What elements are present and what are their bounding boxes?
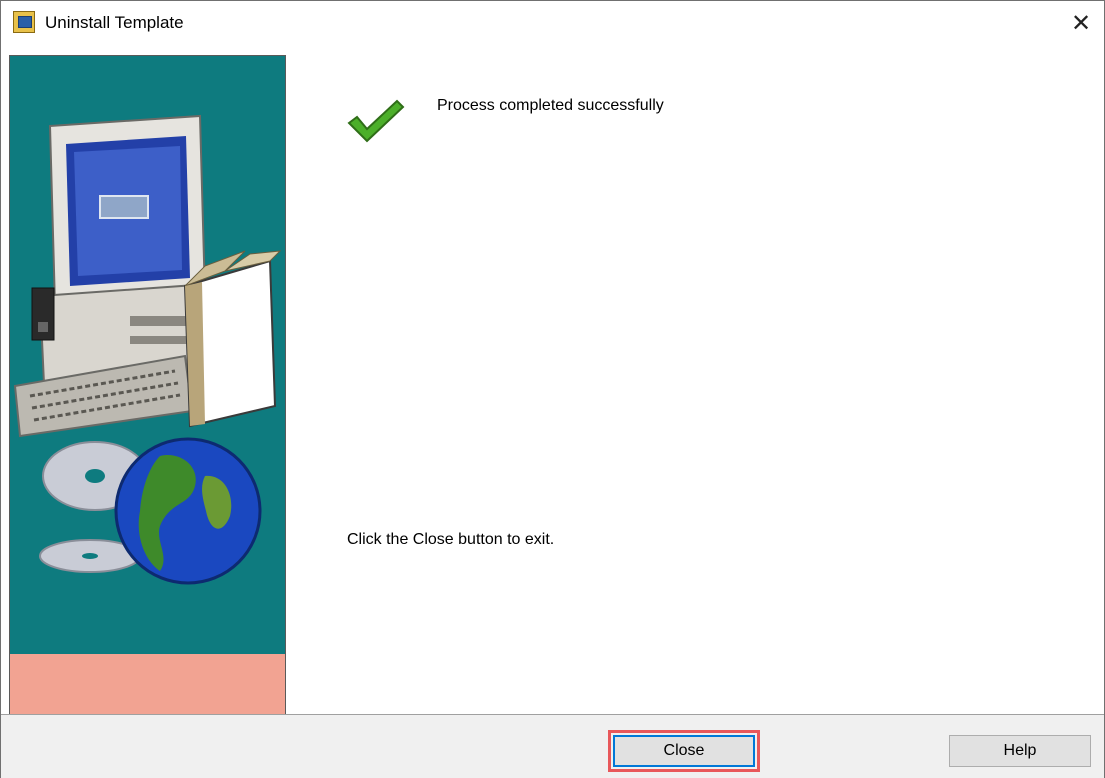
illustration-svg (13, 114, 282, 585)
close-button[interactable]: Close (608, 730, 760, 772)
title-bar: Uninstall Template ✕ (1, 1, 1104, 45)
installer-app-icon (13, 11, 35, 33)
exit-instruction: Click the Close button to exit. (347, 531, 555, 548)
uninstall-dialog-window: Uninstall Template ✕ Process completed s… (0, 0, 1105, 778)
button-bar: Close Help (1, 714, 1104, 778)
status-message: Process completed successfully (437, 97, 664, 114)
computer-cds-globe-illustration (10, 56, 285, 654)
side-banner (9, 55, 286, 715)
side-banner-footer (10, 654, 285, 714)
content-area: Process completed successfully Click the… (287, 55, 1104, 715)
help-button[interactable]: Help (949, 735, 1091, 767)
window-title: Uninstall Template (45, 13, 184, 32)
close-window-icon[interactable]: ✕ (1058, 1, 1104, 45)
checkmark-icon (345, 95, 405, 145)
